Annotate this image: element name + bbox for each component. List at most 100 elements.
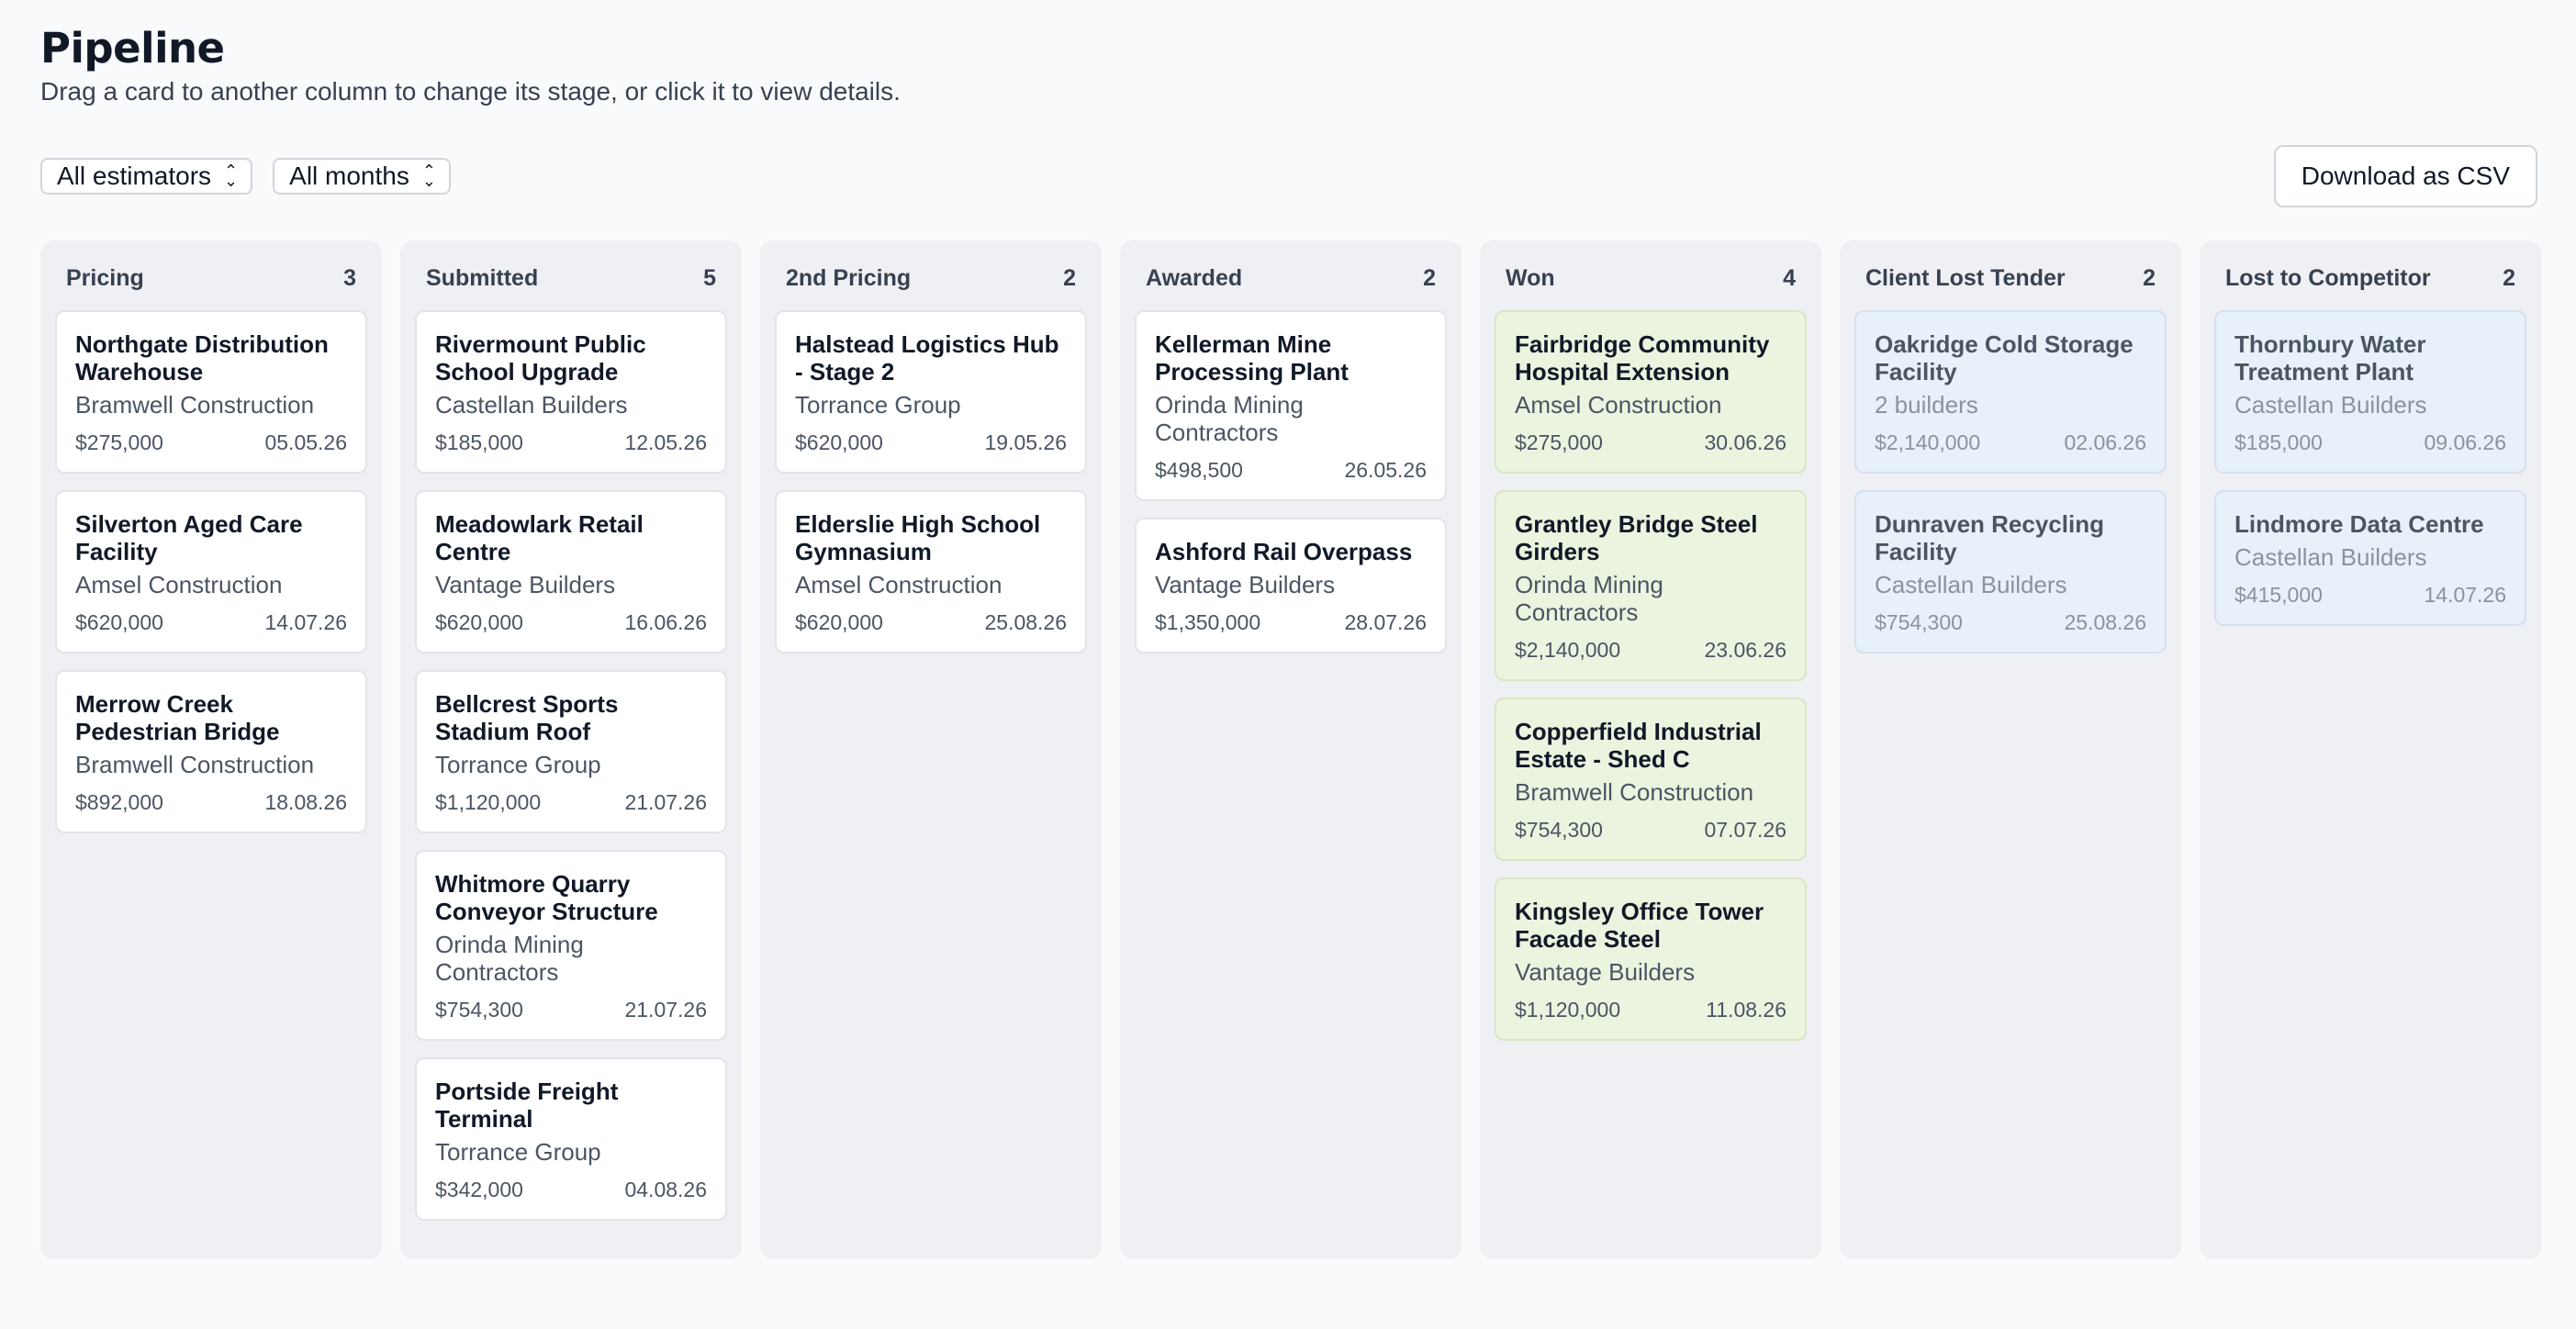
job-card[interactable]: Portside Freight Terminal Torrance Group $…	[415, 1057, 727, 1221]
builder-name: Vantage Builders	[1515, 958, 1696, 986]
column-count: 5	[703, 264, 716, 291]
job-value: $2,140,000	[1875, 430, 1981, 454]
card-list: Halstead Logistics Hub - Stage 2 Torrance…	[775, 310, 1087, 653]
kanban-column[interactable]: 2nd Pricing 2 Halstead Logistics Hub - Sta…	[760, 240, 1102, 1259]
job-card[interactable]: Meadowlark Retail Centre Vantage Builders…	[415, 490, 727, 653]
card-meta: $754,300 21.07.26	[435, 997, 707, 1022]
builder-name: 2 builders	[1875, 391, 1978, 419]
column-count: 3	[343, 264, 356, 291]
job-card[interactable]: Thornbury Water Treatment Plant Castellan…	[2214, 310, 2526, 474]
column-header: Client Lost Tender 2	[1854, 262, 2167, 294]
estimator-select-value: All estimators	[57, 162, 212, 190]
card-meta: $754,300 07.07.26	[1515, 817, 1786, 843]
kanban-column[interactable]: Lost to Competitor 2 Thornbury Water Treat…	[2200, 240, 2541, 1259]
builder-name: Amsel Construction	[795, 571, 1002, 598]
job-card[interactable]: Oakridge Cold Storage Facility 2 builders…	[1854, 310, 2167, 474]
chevron-up-down-icon: ⌃ ⌄	[421, 162, 436, 190]
job-name: Whitmore Quarry Conveyor Structure	[435, 870, 658, 925]
card-meta: $415,000 14.07.26	[2234, 582, 2506, 608]
estimator-select[interactable]: All estimators ⌃ ⌄	[40, 158, 253, 195]
column-count: 2	[1063, 264, 1076, 291]
kanban-column[interactable]: Won 4 Fairbridge Community Hospital Extens…	[1480, 240, 1821, 1259]
job-date: 02.06.26	[2064, 430, 2146, 454]
job-card[interactable]: Rivermount Public School Upgrade Castella…	[415, 310, 727, 474]
card-list: Fairbridge Community Hospital Extension A…	[1495, 310, 1807, 1041]
job-date: 21.07.26	[624, 998, 707, 1022]
kanban-column[interactable]: Client Lost Tender 2 Oakridge Cold Storage…	[1840, 240, 2181, 1259]
job-card[interactable]: Bellcrest Sports Stadium Roof Torrance Gr…	[415, 670, 727, 833]
builder-name: Castellan Builders	[435, 391, 628, 419]
job-name: Ashford Rail Overpass	[1155, 538, 1413, 565]
job-date: 28.07.26	[1344, 610, 1427, 634]
job-card[interactable]: Kingsley Office Tower Facade Steel Vantag…	[1495, 877, 1807, 1041]
job-name: Thornbury Water Treatment Plant	[2234, 330, 2426, 385]
card-meta: $620,000 14.07.26	[75, 609, 347, 635]
job-card[interactable]: Northgate Distribution Warehouse Bramwell…	[55, 310, 367, 474]
job-name: Elderslie High School Gymnasium	[795, 510, 1041, 565]
job-card[interactable]: Whitmore Quarry Conveyor Structure Orinda…	[415, 850, 727, 1041]
column-title: Won	[1506, 264, 1555, 291]
job-name: Grantley Bridge Steel Girders	[1515, 510, 1758, 565]
kanban-column[interactable]: Pricing 3 Northgate Distribution Warehouse…	[40, 240, 382, 1259]
kanban-column[interactable]: Submitted 5 Rivermount Public School Upgra…	[400, 240, 742, 1259]
builder-name: Torrance Group	[435, 751, 601, 778]
job-value: $275,000	[75, 430, 163, 454]
job-date: 21.07.26	[624, 790, 707, 814]
builder-name: Castellan Builders	[1875, 571, 2067, 598]
column-title: Pricing	[66, 264, 144, 291]
column-header: Pricing 3	[55, 262, 367, 294]
column-header: Won 4	[1495, 262, 1807, 294]
job-value: $620,000	[795, 610, 883, 634]
job-value: $498,500	[1155, 458, 1243, 482]
job-date: 14.07.26	[2424, 583, 2506, 607]
job-card[interactable]: Fairbridge Community Hospital Extension A…	[1495, 310, 1807, 474]
card-meta: $2,140,000 23.06.26	[1515, 637, 1786, 663]
job-card[interactable]: Dunraven Recycling Facility Castellan Bui…	[1854, 490, 2167, 653]
builder-name: Castellan Builders	[2234, 391, 2427, 419]
column-count: 2	[2503, 264, 2515, 291]
job-card[interactable]: Halstead Logistics Hub - Stage 2 Torrance…	[775, 310, 1087, 474]
builder-name: Orinda Mining Contractors	[1515, 571, 1663, 626]
job-value: $620,000	[795, 430, 883, 454]
job-card[interactable]: Ashford Rail Overpass Vantage Builders $1,…	[1135, 518, 1447, 653]
job-name: Fairbridge Community Hospital Extension	[1515, 330, 1770, 385]
job-card[interactable]: Grantley Bridge Steel Girders Orinda Mini…	[1495, 490, 1807, 681]
job-name: Silverton Aged Care Facility	[75, 510, 303, 565]
builder-name: Bramwell Construction	[75, 751, 315, 778]
card-list: Northgate Distribution Warehouse Bramwell…	[55, 310, 367, 833]
job-date: 11.08.26	[1706, 998, 1786, 1022]
job-name: Copperfield Industrial Estate - Shed C	[1515, 718, 1762, 773]
builder-name: Amsel Construction	[75, 571, 283, 598]
job-value: $342,000	[435, 1178, 523, 1201]
column-header: Submitted 5	[415, 262, 727, 294]
job-date: 18.08.26	[264, 790, 347, 814]
month-select[interactable]: All months ⌃ ⌄	[273, 158, 451, 195]
job-name: Oakridge Cold Storage Facility	[1875, 330, 2134, 385]
job-value: $185,000	[2234, 430, 2323, 454]
job-value: $1,120,000	[435, 790, 542, 814]
job-card[interactable]: Kellerman Mine Processing Plant Orinda Mi…	[1135, 310, 1447, 501]
card-meta: $1,350,000 28.07.26	[1155, 609, 1427, 635]
job-date: 25.08.26	[984, 610, 1067, 634]
job-name: Merrow Creek Pedestrian Bridge	[75, 690, 280, 745]
job-card[interactable]: Elderslie High School Gymnasium Amsel Con…	[775, 490, 1087, 653]
job-value: $754,300	[1875, 610, 1963, 634]
card-meta: $620,000 19.05.26	[795, 430, 1067, 455]
job-date: 12.05.26	[624, 430, 707, 454]
builder-name: Torrance Group	[795, 391, 961, 419]
column-header: 2nd Pricing 2	[775, 262, 1087, 294]
download-csv-button[interactable]: Download as CSV	[2273, 145, 2537, 207]
job-value: $754,300	[1515, 818, 1603, 842]
job-card[interactable]: Merrow Creek Pedestrian Bridge Bramwell C…	[55, 670, 367, 833]
job-card[interactable]: Copperfield Industrial Estate - Shed C Br…	[1495, 698, 1807, 861]
job-value: $620,000	[75, 610, 163, 634]
job-date: 09.06.26	[2424, 430, 2506, 454]
job-date: 05.05.26	[264, 430, 347, 454]
job-value: $2,140,000	[1515, 638, 1621, 662]
job-date: 25.08.26	[2064, 610, 2146, 634]
kanban-column[interactable]: Awarded 2 Kellerman Mine Processing Plant O…	[1120, 240, 1462, 1259]
card-meta: $892,000 18.08.26	[75, 789, 347, 815]
job-card[interactable]: Silverton Aged Care Facility Amsel Constr…	[55, 490, 367, 653]
job-card[interactable]: Lindmore Data Centre Castellan Builders $4…	[2214, 490, 2526, 626]
job-date: 04.08.26	[624, 1178, 707, 1201]
